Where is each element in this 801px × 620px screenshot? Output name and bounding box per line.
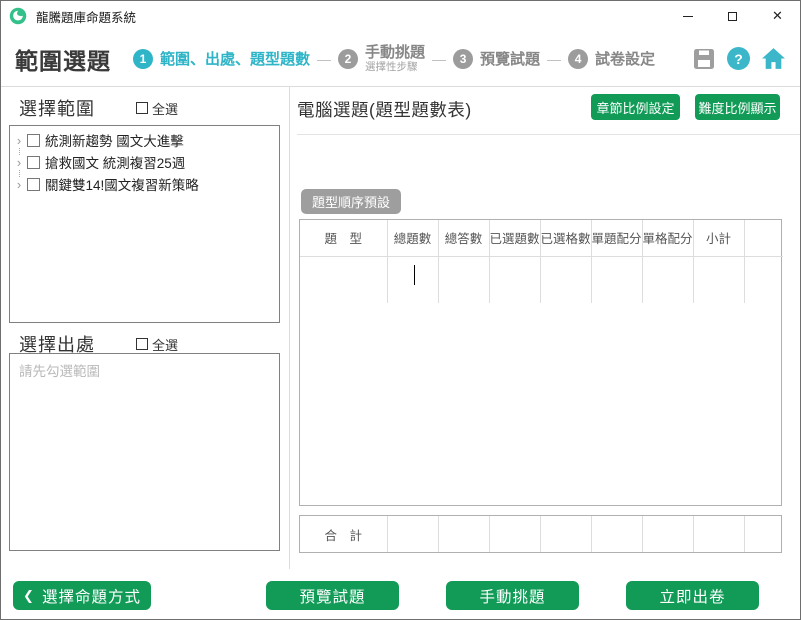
step-1-range[interactable]: 1 範圍、出處、題型題數	[133, 48, 310, 69]
help-icon[interactable]: ?	[727, 47, 750, 70]
table-total-row: 合 計	[299, 515, 782, 553]
text-cursor	[413, 264, 415, 285]
step-2-manual-pick[interactable]: 2 手動挑題 選擇性步驟	[338, 44, 425, 73]
tree-item-3-checkbox[interactable]	[27, 177, 40, 191]
source-select-all[interactable]: 全選	[136, 335, 178, 354]
col-question-type: 題 型	[300, 220, 388, 257]
step-2-badge: 2	[338, 48, 359, 69]
range-title: 選擇範圍	[19, 99, 95, 119]
range-tree: › 統測新趨勢 國文大進擊 › 搶救國文 統測複習25週 › 關鍵雙14!國文複…	[10, 126, 279, 198]
generate-paper-button[interactable]: 立即出卷	[626, 581, 759, 610]
tree-item-1-checkbox[interactable]	[27, 133, 40, 147]
minimize-button[interactable]	[665, 1, 710, 31]
step-1-label: 範圍、出處、題型題數	[160, 51, 311, 68]
home-icon[interactable]	[761, 47, 786, 70]
cell-actions[interactable]	[744, 256, 783, 303]
window-title: 龍騰題庫命題系統	[36, 10, 137, 25]
maximize-button[interactable]	[710, 1, 755, 31]
wizard-header: 範圍選題 1 範圍、出處、題型題數 — 2 手動挑題 選擇性步驟 — 3 預覽試…	[1, 31, 800, 86]
cell-points-per-question[interactable]	[591, 256, 643, 303]
col-selected-cells: 已選格數	[540, 220, 592, 257]
source-select-all-checkbox[interactable]	[136, 338, 148, 350]
total-label: 合 計	[300, 516, 388, 552]
range-tree-box: › 統測新趨勢 國文大進擊 › 搶救國文 統測複習25週 › 關鍵雙14!國文複…	[9, 125, 280, 323]
cell-total-answers[interactable]	[438, 256, 490, 303]
step-1-badge: 1	[133, 48, 153, 69]
table-row	[300, 256, 783, 303]
step-separator: —	[317, 50, 332, 67]
tree-item-1-label: 統測新趨勢 國文大進擊	[45, 134, 184, 149]
total-answers-value	[438, 516, 490, 552]
source-placeholder: 請先勾選範圍	[19, 364, 100, 379]
app-logo-icon	[9, 7, 27, 25]
wizard-steps: 1 範圍、出處、題型題數 — 2 手動挑題 選擇性步驟 — 3 預覽試題 — 4…	[133, 44, 655, 73]
tree-item-book-2[interactable]: › 搶救國文 統測複習25週	[12, 151, 277, 177]
header-divider	[1, 86, 800, 87]
chevron-right-icon[interactable]: ›	[12, 177, 26, 192]
total-points-cell-value	[642, 516, 694, 552]
range-select-all-label: 全選	[152, 101, 179, 117]
step-3-label: 預覽試題	[480, 51, 541, 68]
total-points-question-value	[591, 516, 643, 552]
manual-pick-button[interactable]: 手動挑題	[446, 581, 579, 610]
col-points-per-cell: 單格配分	[642, 220, 694, 257]
difficulty-ratio-button[interactable]: 難度比例顯示	[695, 94, 780, 120]
chevron-right-icon[interactable]: ›	[12, 155, 26, 170]
tree-item-2-label: 搶救國文 統測複習25週	[45, 156, 186, 171]
col-points-per-question: 單題配分	[591, 220, 643, 257]
app-window: 龍騰題庫命題系統 ✕ 範圍選題 1 範圍、出處、題型題數 — 2 手動挑題 選擇…	[0, 0, 801, 620]
save-icon[interactable]	[692, 47, 716, 71]
close-button[interactable]: ✕	[755, 1, 800, 31]
step-3-badge: 3	[453, 48, 474, 69]
cell-selected-questions[interactable]	[489, 256, 541, 303]
page-title: 範圍選題	[15, 47, 111, 74]
titlebar: 龍騰題庫命題系統 ✕	[1, 1, 800, 31]
step-2-label: 手動挑題	[365, 43, 426, 61]
range-header: 選擇範圍 全選	[19, 95, 178, 121]
step-4-label: 試卷設定	[595, 51, 656, 68]
panel-divider	[289, 87, 290, 569]
col-actions	[744, 220, 783, 257]
step-2-sublabel: 選擇性步驟	[365, 61, 418, 74]
step-4-paper-settings[interactable]: 4 試卷設定	[568, 48, 655, 69]
step-separator: —	[547, 50, 562, 67]
total-selected-questions-value	[489, 516, 541, 552]
cell-total-questions[interactable]	[387, 256, 439, 303]
chapter-ratio-button[interactable]: 章節比例設定	[591, 94, 680, 120]
back-button-label: 選擇命題方式	[41, 588, 141, 606]
type-order-default-button[interactable]: 題型順序預設	[301, 189, 402, 214]
total-actions	[744, 516, 783, 552]
question-type-table: 題 型 總題數 總答數 已選題數 已選格數 單題配分 單格配分 小計	[299, 219, 783, 506]
source-select-all-label: 全選	[152, 337, 179, 353]
chevron-left-icon: ❮	[23, 587, 35, 603]
col-total-questions: 總題數	[387, 220, 439, 257]
source-list-box: 請先勾選範圍	[9, 353, 280, 551]
main-panel-title: 電腦選題(題型題數表)	[297, 100, 472, 120]
col-subtotal: 小計	[693, 220, 745, 257]
range-select-all-checkbox[interactable]	[136, 102, 148, 114]
total-selected-cells-value	[540, 516, 592, 552]
chevron-right-icon[interactable]: ›	[12, 133, 26, 148]
tree-item-3-label: 關鍵雙14!國文複習新策略	[45, 178, 199, 193]
range-select-all[interactable]: 全選	[136, 99, 178, 118]
step-3-preview[interactable]: 3 預覽試題	[453, 48, 540, 69]
cell-points-per-cell[interactable]	[642, 256, 694, 303]
cell-subtotal[interactable]	[693, 256, 745, 303]
col-selected-questions: 已選題數	[489, 220, 541, 257]
total-subtotal-value	[693, 516, 745, 552]
cell-question-type[interactable]	[300, 256, 388, 303]
tree-item-2-checkbox[interactable]	[27, 155, 40, 169]
table-header-row: 題 型 總題數 總答數 已選題數 已選格數 單題配分 單格配分 小計	[300, 220, 783, 257]
step-4-badge: 4	[568, 48, 589, 69]
back-to-method-button[interactable]: ❮ 選擇命題方式	[13, 581, 151, 610]
preview-questions-button[interactable]: 預覽試題	[266, 581, 399, 610]
main-title-divider	[297, 134, 800, 135]
step-separator: —	[432, 50, 447, 67]
cell-selected-cells[interactable]	[540, 256, 592, 303]
col-total-answers: 總答數	[438, 220, 490, 257]
total-questions-value	[387, 516, 439, 552]
tree-item-book-1[interactable]: › 統測新趨勢 國文大進擊	[12, 129, 277, 155]
tree-item-book-3[interactable]: › 關鍵雙14!國文複習新策略	[12, 173, 277, 195]
